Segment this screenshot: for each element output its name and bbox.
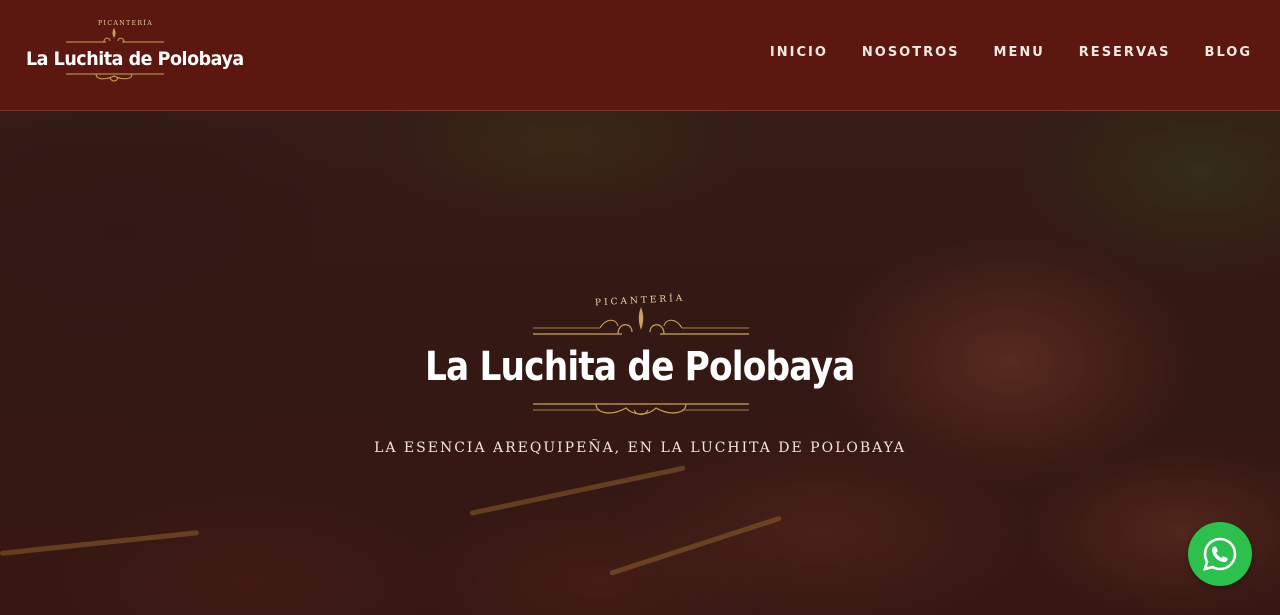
- nav-item-blog[interactable]: BLOG: [1205, 45, 1252, 60]
- nav-item-nosotros[interactable]: NOSOTROS: [862, 45, 960, 60]
- hero-picanteria-text: PICANTERÍA: [594, 293, 686, 309]
- whatsapp-button[interactable]: [1188, 522, 1252, 586]
- hero-brand-name: La Luchita de Polobaya: [425, 344, 855, 390]
- hero-tagline: LA ESENCIA AREQUIPEÑA, EN LA LUCHITA DE …: [374, 440, 906, 456]
- header-logo[interactable]: PICANTERÍA La Luchita de Polobaya: [26, 20, 244, 90]
- logo-brand-name: La Luchita de Polobaya: [26, 48, 244, 70]
- hero-picanteria-wrap: PICANTERÍA: [440, 290, 840, 309]
- nav-item-inicio[interactable]: INICIO: [770, 45, 828, 60]
- nav-item-menu[interactable]: MENU: [994, 45, 1045, 60]
- main-nav: INICIO NOSOTROS MENU RESERVAS BLOG: [770, 45, 1252, 60]
- nav-item-reservas[interactable]: RESERVAS: [1079, 45, 1171, 60]
- site-header: PICANTERÍA La Luchita de Polobaya INICIO…: [0, 0, 1280, 111]
- logo-picanteria-text: PICANTERÍA: [98, 20, 154, 27]
- whatsapp-icon: [1203, 537, 1237, 571]
- hero-brand-wrap: La Luchita de Polobaya: [390, 344, 890, 390]
